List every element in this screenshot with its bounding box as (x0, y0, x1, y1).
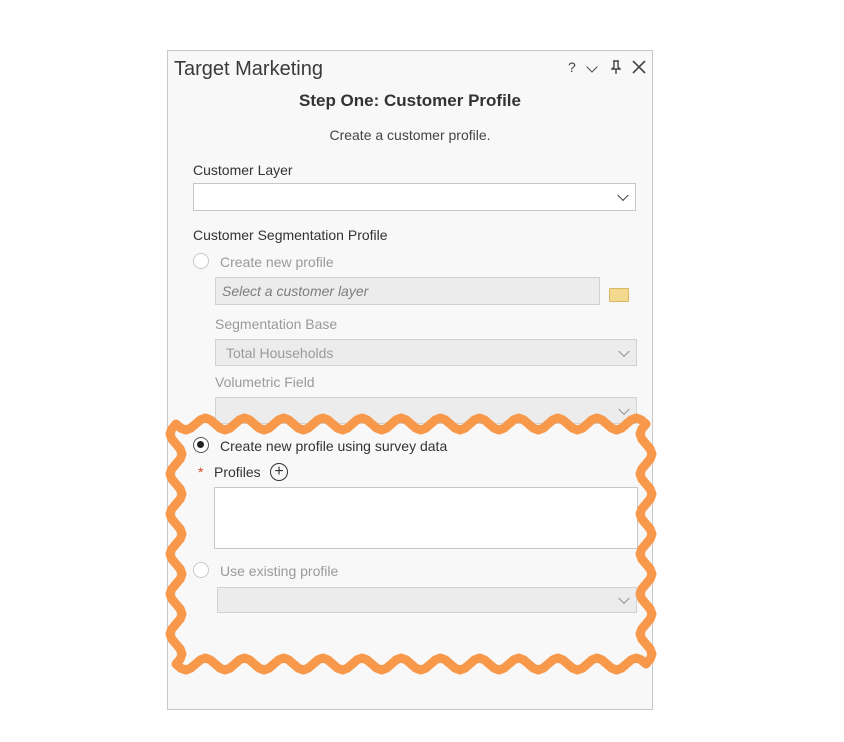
close-icon[interactable] (632, 60, 646, 74)
customer-layer-placeholder: Select a customer layer (222, 283, 369, 299)
survey-profile-radio[interactable] (193, 437, 209, 453)
create-new-profile-label: Create new profile (220, 254, 334, 270)
required-marker: * (198, 464, 204, 480)
step-subtitle: Create a customer profile. (329, 127, 491, 143)
segmentation-profile-label: Customer Segmentation Profile (193, 227, 388, 243)
profiles-label: Profiles (214, 464, 261, 480)
volumetric-field-label: Volumetric Field (215, 374, 315, 390)
chevron-down-icon (618, 345, 630, 357)
chevron-down-icon[interactable] (586, 61, 598, 73)
use-existing-profile-radio[interactable] (193, 562, 209, 578)
survey-profile-label: Create new profile using survey data (220, 438, 448, 454)
segmentation-base-label: Segmentation Base (215, 316, 338, 332)
folder-icon[interactable] (609, 288, 629, 302)
add-icon[interactable]: + (270, 463, 288, 481)
segmentation-base-dropdown[interactable]: Total Households (215, 339, 637, 366)
chevron-down-icon (617, 189, 629, 202)
volumetric-field-dropdown[interactable] (215, 397, 637, 424)
segmentation-base-value: Total Households (226, 345, 334, 361)
customer-layer-dropdown[interactable] (193, 183, 636, 211)
step-title: Step One: Customer Profile (299, 91, 521, 110)
chevron-down-icon (618, 403, 630, 415)
target-marketing-pane: Target Marketing ? Step One: Customer Pr… (167, 50, 653, 710)
chevron-down-icon (618, 592, 630, 605)
customer-layer-input[interactable]: Select a customer layer (215, 277, 600, 305)
existing-profile-dropdown[interactable] (217, 587, 637, 613)
create-new-profile-radio[interactable] (193, 253, 209, 269)
pin-icon[interactable] (610, 60, 622, 74)
customer-layer-label: Customer Layer (193, 162, 293, 178)
help-icon[interactable]: ? (568, 59, 576, 75)
profiles-list[interactable] (214, 487, 638, 549)
use-existing-profile-label: Use existing profile (220, 563, 339, 579)
pane-title: Target Marketing (174, 58, 323, 80)
